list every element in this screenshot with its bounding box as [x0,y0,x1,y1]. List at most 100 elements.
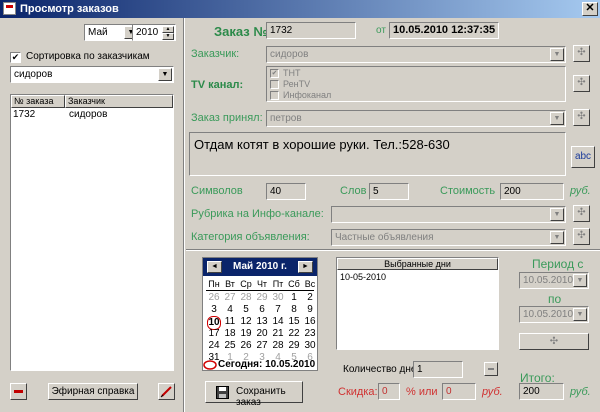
column-header-customer[interactable]: Заказчик [65,95,173,108]
calendar-day[interactable]: 18 [223,328,237,340]
calendar-day[interactable]: 20 [255,328,269,340]
table-row[interactable]: 1732 сидоров [11,109,173,122]
period-from-select[interactable]: 10.05.2010 ▼ [519,272,589,289]
calendar-day[interactable]: 19 [239,328,253,340]
days-count-value: 1 [413,361,463,378]
broadcast-report-button[interactable]: Эфирная справка [48,383,138,400]
customer-filter-select[interactable]: сидоров ▼ [10,66,174,83]
remove-day-button[interactable] [484,362,498,376]
calendar-day[interactable]: 28 [239,292,253,304]
channel-name: РенTV [283,79,311,89]
customer-select[interactable]: сидоров ▼ [266,46,566,63]
period-to-select[interactable]: 10.05.2010 ▼ [519,306,589,323]
calendar-day[interactable]: 24 [207,340,221,352]
calendar-day[interactable]: 2 [303,292,317,304]
spin-down-icon[interactable]: ▼ [162,33,174,40]
calendar-day[interactable]: 27 [223,292,237,304]
sort-checkbox[interactable]: ✔ [10,52,21,63]
category-add-button[interactable]: ✣ [573,228,590,245]
calendar-day[interactable]: 26 [239,340,253,352]
spin-up-icon[interactable]: ▲ [162,26,174,33]
calendar-day[interactable]: 3 [207,304,221,316]
accepted-by-select[interactable]: петров ▼ [266,110,566,127]
calendar-day[interactable]: 7 [271,304,285,316]
chevron-down-icon[interactable]: ▼ [550,112,564,125]
today-circle-icon [203,360,217,370]
calendar-day[interactable]: 28 [271,340,285,352]
calendar-day[interactable]: 25 [223,340,237,352]
calendar-day[interactable]: 6 [255,304,269,316]
calendar-day[interactable]: 23 [303,328,317,340]
accepted-by-add-button[interactable]: ✣ [573,109,590,126]
selected-day-item[interactable]: 10-05-2010 [340,272,386,282]
calendar-day[interactable]: 16 [303,316,317,328]
rubric-select[interactable]: ▼ [331,206,566,223]
calendar-grid[interactable]: Пн Вт Ср Чт Пт Сб Вс 26 27 28 29 30 1 2 3 4 5 6 7 8 9 10 11 12 1… [203,278,317,370]
orders-list[interactable]: № заказа Заказчик 1732 сидоров [10,94,174,371]
selected-days-header[interactable]: Выбранные дни [337,258,498,270]
channel-checkbox[interactable] [270,80,279,89]
calendar[interactable]: ◄ Май 2010 г. ► Пн Вт Ср Чт Пт Сб Вс 26 27 28 29 30… [202,257,318,371]
calendar-day[interactable]: 21 [271,328,285,340]
calendar-prev-button[interactable]: ◄ [207,261,222,273]
selected-days-list[interactable]: Выбранные дни 10-05-2010 [336,257,499,350]
weekday-label: Пт [272,279,284,289]
discount-percent-label: % или [406,386,438,398]
channel-name: ТНТ [283,68,301,78]
calendar-day[interactable]: 14 [271,316,285,328]
channel-checkbox[interactable] [270,91,279,100]
calendar-day[interactable]: 22 [287,328,301,340]
calendar-day[interactable]: 9 [303,304,317,316]
period-add-button[interactable]: ✣ [519,333,589,350]
calendar-day[interactable]: 11 [223,316,237,328]
channel-add-button[interactable]: ✣ [573,75,590,92]
channel-name: Инфоканал [283,90,332,100]
calendar-day[interactable]: 15 [287,316,301,328]
chevron-down-icon[interactable]: ▼ [573,274,587,287]
chevron-down-icon[interactable]: ▼ [550,208,564,221]
order-label: Заказ № [214,24,268,39]
calendar-day[interactable]: 29 [287,340,301,352]
calendar-day[interactable]: 12 [239,316,253,328]
save-order-button[interactable]: Сохранить заказ [205,381,303,408]
discount-amount[interactable]: 0 [442,383,476,400]
discount-percent[interactable]: 0 [378,383,400,400]
chevron-down-icon[interactable]: ▼ [550,231,564,244]
calendar-title[interactable]: Май 2010 г. [225,261,295,272]
calendar-day[interactable]: 13 [255,316,269,328]
calendar-day[interactable]: 26 [207,292,221,304]
section-divider-highlight [186,250,600,251]
close-button[interactable]: ✕ [582,2,598,16]
category-select[interactable]: Частные объявления ▼ [331,229,566,246]
edit-button[interactable] [158,383,175,400]
calendar-day[interactable]: 5 [239,304,253,316]
year-spinner[interactable]: 2010 ▲ ▼ [132,24,176,41]
calendar-day[interactable]: 4 [223,304,237,316]
channel-checkbox[interactable]: ✔ [270,69,279,78]
order-datetime: 10.05.2010 12:37:35 [389,22,499,39]
calendar-next-button[interactable]: ► [298,261,313,273]
tv-channel-list[interactable]: ✔ ТНТ РенTV Инфоканал [266,66,566,102]
chevron-down-icon[interactable]: ▼ [550,48,564,61]
calendar-day[interactable]: 30 [303,340,317,352]
calendar-day[interactable]: 27 [255,340,269,352]
minus-icon [14,390,23,393]
rubric-add-button[interactable]: ✣ [573,205,590,222]
spellcheck-button[interactable]: abc [571,146,595,168]
calendar-day[interactable]: 1 [287,292,301,304]
year-value: 2010 [136,27,159,38]
calendar-day[interactable]: 8 [287,304,301,316]
chevron-down-icon[interactable]: ▼ [158,68,172,81]
calendar-day[interactable]: 29 [255,292,269,304]
calendar-day[interactable]: 17 [207,328,221,340]
symbols-value: 40 [266,183,306,200]
customer-add-button[interactable]: ✣ [573,45,590,62]
column-header-number[interactable]: № заказа [11,95,65,108]
weekday-label: Пн [208,279,220,289]
today-label[interactable]: Сегодня: 10.05.2010 [218,359,315,370]
ad-text-area[interactable]: Отдам котят в хорошие руки. Тел.:528-630 [189,132,566,176]
chevron-down-icon[interactable]: ▼ [573,308,587,321]
weekday-label: Чт [256,279,268,289]
delete-button[interactable] [10,383,27,400]
calendar-day[interactable]: 30 [271,292,285,304]
